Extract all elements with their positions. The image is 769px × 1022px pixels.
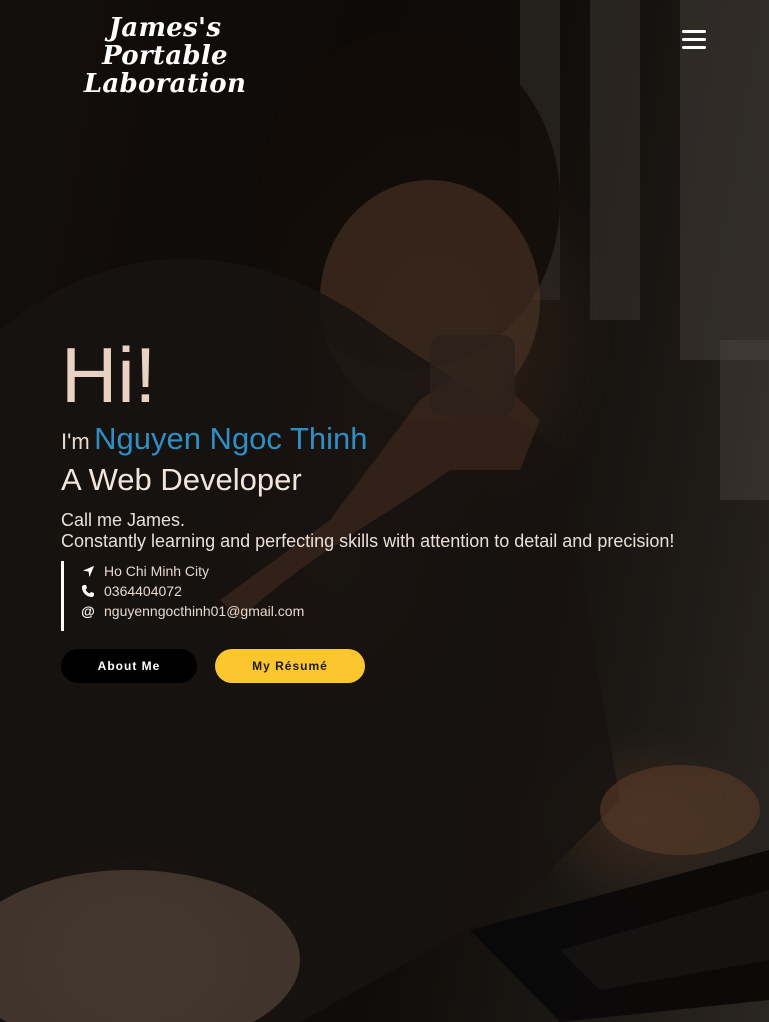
menu-bar [682, 46, 706, 49]
about-me-button[interactable]: About Me [61, 649, 197, 683]
menu-bar [682, 38, 706, 41]
location-arrow-icon [80, 563, 96, 579]
site-logo[interactable]: James's Portable Laboration [60, 14, 270, 98]
contact-list: Ho Chi Minh City 0364404072 @ nguyenngoc… [61, 561, 751, 631]
hero-content: Hi! I'm Nguyen Ngoc Thinh A Web Develope… [61, 330, 751, 683]
greeting-heading: Hi! [61, 331, 157, 419]
contact-phone[interactable]: 0364404072 [80, 581, 751, 601]
developer-name: Nguyen Ngoc Thinh [94, 421, 368, 456]
contact-location-text: Ho Chi Minh City [104, 563, 210, 579]
tagline-line-1: Call me James. [61, 510, 186, 530]
intro-prefix: I'm [61, 429, 90, 454]
contact-email-text: nguyenngocthinh01@gmail.com [104, 603, 305, 619]
logo-line-1: James's Portable [102, 13, 228, 71]
contact-email[interactable]: @ nguyenngocthinh01@gmail.com [80, 601, 751, 621]
my-resume-button[interactable]: My Résumé [215, 649, 365, 683]
at-sign-icon: @ [81, 603, 95, 619]
role-title: A Web Developer [61, 462, 302, 497]
contact-phone-text: 0364404072 [104, 583, 182, 599]
hero-section: James's Portable Laboration Hi! I'm Nguy… [0, 0, 769, 1022]
intro-line: I'm Nguyen Ngoc Thinh [61, 420, 751, 464]
logo-line-2: Laboration [83, 69, 247, 99]
contact-location: Ho Chi Minh City [80, 561, 751, 581]
hamburger-menu-icon[interactable] [682, 30, 706, 52]
phone-icon [80, 583, 96, 599]
tagline: Call me James. Constantly learning and p… [61, 510, 751, 552]
menu-bar [682, 30, 706, 33]
tagline-line-2: Constantly learning and perfecting skill… [61, 531, 675, 551]
cta-buttons: About Me My Résumé [61, 649, 751, 683]
